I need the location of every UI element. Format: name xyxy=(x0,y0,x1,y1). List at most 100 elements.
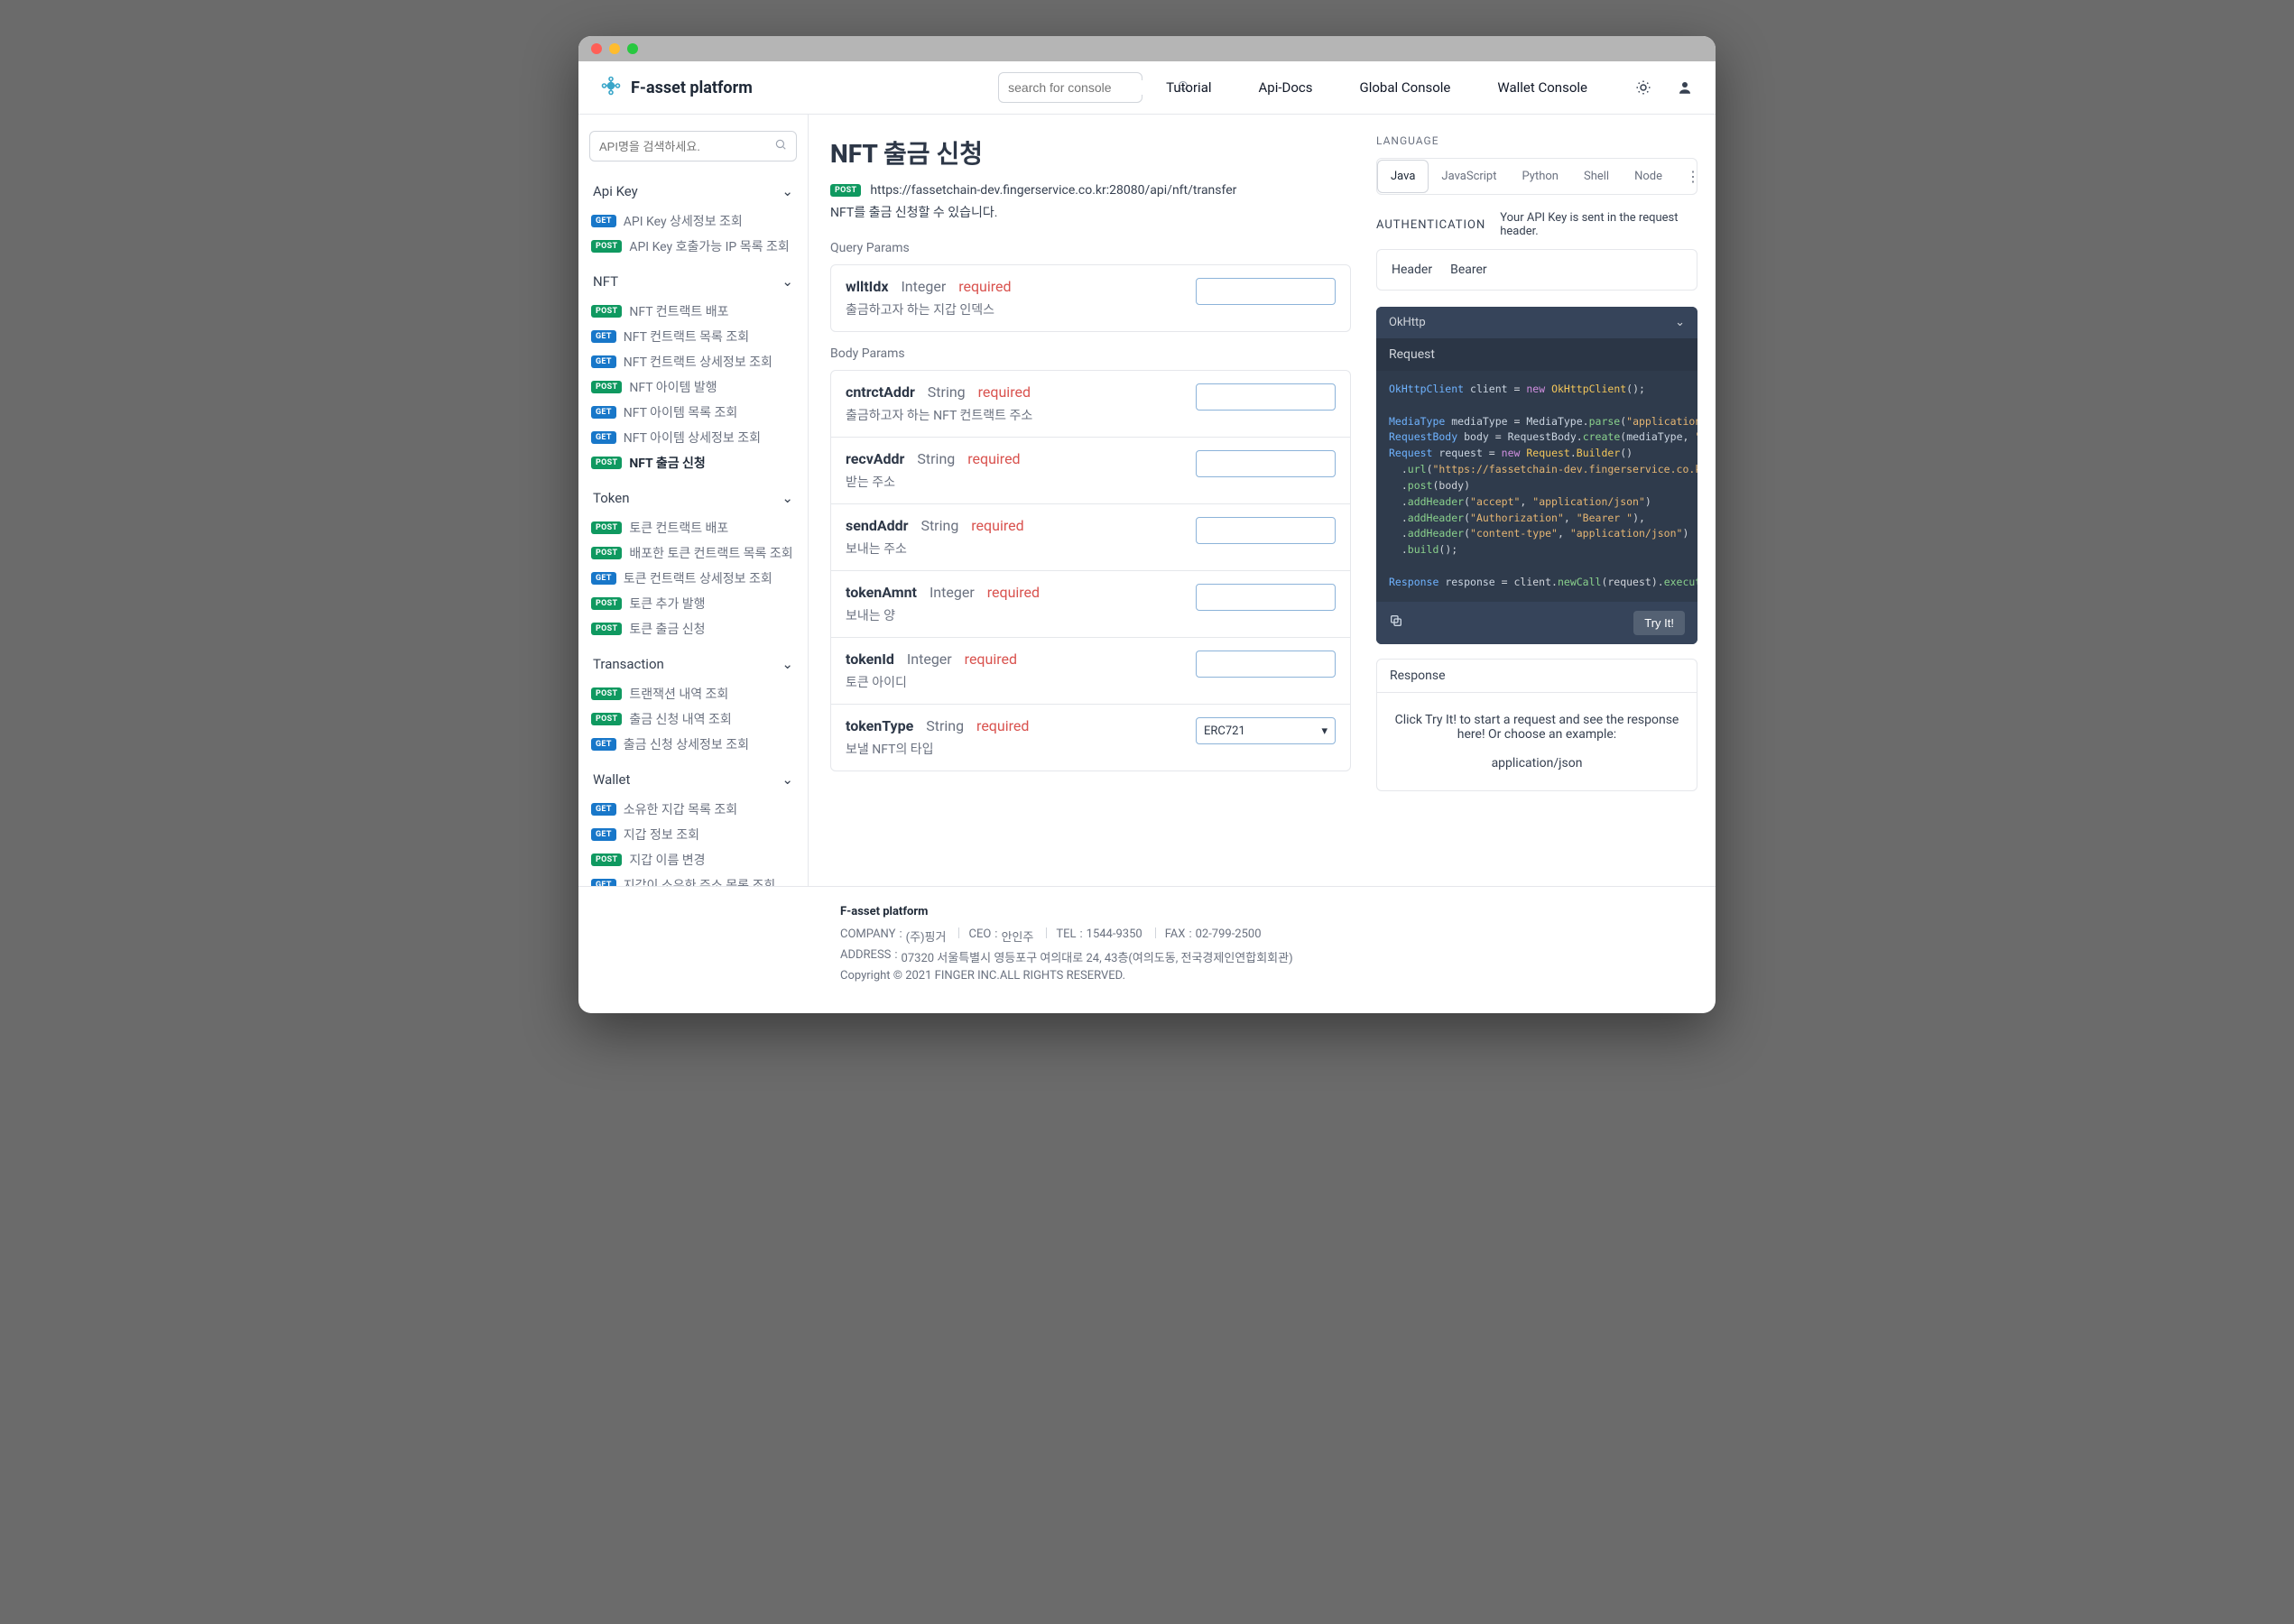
param-type: String xyxy=(926,717,964,734)
method-badge: POST xyxy=(591,547,622,559)
method-badge: GET xyxy=(591,738,616,751)
param-description: 출금하고자 하는 지갑 인덱스 xyxy=(846,300,1185,318)
sidebar-search[interactable] xyxy=(589,131,797,161)
language-tab[interactable]: JavaScript xyxy=(1429,161,1509,192)
close-icon[interactable] xyxy=(591,43,602,54)
nav-link[interactable]: Api-Docs xyxy=(1259,79,1313,96)
param-name: tokenType xyxy=(846,717,913,734)
param-row: wlltIdx Integer required 출금하고자 하는 지갑 인덱스 xyxy=(831,265,1350,331)
method-badge: GET xyxy=(591,215,616,227)
method-badge: POST xyxy=(591,457,622,469)
sidebar-item[interactable]: POST 토큰 추가 발행 xyxy=(589,591,797,616)
language-tab[interactable]: Python xyxy=(1510,161,1571,192)
search-console-input[interactable] xyxy=(1008,80,1171,95)
param-name: tokenId xyxy=(846,651,894,668)
footer-copyright: Copyright © 2021 FINGER INC.ALL RIGHTS R… xyxy=(840,969,1694,983)
param-input[interactable] xyxy=(1196,651,1336,678)
sidebar-group-label: NFT xyxy=(593,273,618,290)
param-description: 출금하고자 하는 NFT 컨트랙트 주소 xyxy=(846,406,1185,424)
minimize-icon[interactable] xyxy=(609,43,620,54)
sidebar-item[interactable]: GET 지갑 정보 조회 xyxy=(589,822,797,847)
sidebar-item[interactable]: POST토큰 컨트랙트 배포 xyxy=(589,515,797,540)
sidebar-item-label: 토큰 컨트랙트 상세정보 조회 xyxy=(624,569,772,587)
param-name: cntrctAddr xyxy=(846,383,915,401)
nav-link[interactable]: Tutorial xyxy=(1166,79,1211,96)
sidebar-item[interactable]: GETNFT 컨트랙트 상세정보 조회 xyxy=(589,349,797,374)
sidebar-item[interactable]: POSTNFT 출금 신청 xyxy=(589,450,797,475)
sidebar-group-label: Token xyxy=(593,490,629,506)
method-badge: GET xyxy=(591,355,616,368)
sidebar-search-input[interactable] xyxy=(599,140,769,153)
maximize-icon[interactable] xyxy=(627,43,638,54)
sidebar-item[interactable]: POSTNFT 컨트랙트 배포 xyxy=(589,299,797,324)
try-it-button[interactable]: Try It! xyxy=(1633,611,1685,635)
sidebar-group-header[interactable]: NFT ⌄ xyxy=(589,266,797,297)
brand[interactable]: F-asset platform xyxy=(600,75,753,101)
sidebar-item[interactable]: POST 배포한 토큰 컨트랙트 목록 조회 xyxy=(589,540,797,566)
chevron-down-icon[interactable]: ⌄ xyxy=(1675,316,1685,329)
theme-toggle-icon[interactable] xyxy=(1634,78,1652,97)
param-name: sendAddr xyxy=(846,517,908,534)
auth-heading: AUTHENTICATION xyxy=(1376,218,1485,232)
param-type: Integer xyxy=(907,651,952,668)
method-badge: GET xyxy=(591,879,616,886)
sidebar-item[interactable]: POSTNFT 아이템 발행 xyxy=(589,374,797,400)
sidebar-item[interactable]: POST지갑 이름 변경 xyxy=(589,847,797,872)
language-more-icon[interactable]: ⋮ xyxy=(1675,159,1697,194)
sidebar-group-header[interactable]: Token⌄ xyxy=(589,483,797,513)
method-badge: POST xyxy=(591,713,622,725)
sidebar-item[interactable]: GETNFT 아이템 목록 조회 xyxy=(589,400,797,425)
nav-link[interactable]: Global Console xyxy=(1360,79,1451,96)
sidebar-item[interactable]: POST토큰 출금 신청 xyxy=(589,616,797,641)
sidebar-item[interactable]: POSTAPI Key 호출가능 IP 목록 조회 xyxy=(589,234,797,259)
param-row: tokenType String required 보낼 NFT의 타입 ERC… xyxy=(831,704,1350,770)
method-badge: POST xyxy=(591,597,622,610)
language-tab[interactable]: Shell xyxy=(1571,161,1622,192)
sidebar-item-label: 지갑 정보 조회 xyxy=(624,826,699,844)
sidebar-item-label: API Key 상세정보 조회 xyxy=(624,212,743,230)
response-mime[interactable]: application/json xyxy=(1390,756,1684,770)
brand-title: F-asset platform xyxy=(631,78,753,97)
sidebar-group-header[interactable]: Transaction⌄ xyxy=(589,649,797,679)
param-input[interactable] xyxy=(1196,517,1336,544)
method-badge: GET xyxy=(591,431,616,444)
sidebar-item[interactable]: GET소유한 지갑 목록 조회 xyxy=(589,797,797,822)
brand-logo-icon xyxy=(600,75,622,101)
param-input[interactable] xyxy=(1196,584,1336,611)
sidebar-item[interactable]: GET API Key 상세정보 조회 xyxy=(589,208,797,234)
response-placeholder-text: Click Try It! to start a request and see… xyxy=(1390,713,1684,742)
method-badge: POST xyxy=(591,521,622,534)
sidebar-item-label: 배포한 토큰 컨트랙트 목록 조회 xyxy=(629,544,792,562)
sidebar-item[interactable]: GETNFT 컨트랙트 목록 조회 xyxy=(589,324,797,349)
method-badge: GET xyxy=(591,828,616,841)
sidebar-item-label: 소유한 지갑 목록 조회 xyxy=(624,800,737,818)
sidebar-item[interactable]: GET출금 신청 상세정보 조회 xyxy=(589,732,797,757)
param-name: recvAddr xyxy=(846,450,904,467)
language-tab[interactable]: Java xyxy=(1377,160,1429,193)
param-input[interactable] xyxy=(1196,278,1336,305)
sidebar-item[interactable]: GETNFT 아이템 상세정보 조회 xyxy=(589,425,797,450)
sidebar-group-header[interactable]: Api Key⌄ xyxy=(589,176,797,207)
sidebar-item[interactable]: GET토큰 컨트랙트 상세정보 조회 xyxy=(589,566,797,591)
param-required: required xyxy=(987,584,1040,601)
param-input[interactable] xyxy=(1196,383,1336,411)
copy-icon[interactable] xyxy=(1389,614,1403,632)
param-select[interactable]: ERC721▾ xyxy=(1196,717,1336,744)
nav-link[interactable]: Wallet Console xyxy=(1497,79,1587,96)
page-title: NFT 출금 신청 xyxy=(830,134,1351,171)
param-input[interactable] xyxy=(1196,450,1336,477)
sidebar-item[interactable]: POST출금 신청 내역 조회 xyxy=(589,706,797,732)
sidebar-group-header[interactable]: Wallet⌄ xyxy=(589,764,797,795)
param-type: String xyxy=(920,517,958,534)
user-icon[interactable] xyxy=(1676,78,1694,97)
search-console[interactable] xyxy=(998,72,1142,103)
sidebar-item[interactable]: GET지갑이 소유한 주소 목록 조회 xyxy=(589,872,797,886)
language-tab[interactable]: Node xyxy=(1622,161,1675,192)
response-heading: Response xyxy=(1377,660,1697,693)
endpoint-url: https://fassetchain-dev.fingerservice.co… xyxy=(870,183,1236,198)
sidebar-item[interactable]: POST트랜잭션 내역 조회 xyxy=(589,681,797,706)
sidebar-item-label: NFT 아이템 목록 조회 xyxy=(624,403,738,421)
footer-segment: FAX : 02-799-2500 xyxy=(1165,927,1262,945)
chevron-down-icon: ⌄ xyxy=(782,273,793,290)
sidebar-item-label: 토큰 추가 발행 xyxy=(629,595,705,613)
